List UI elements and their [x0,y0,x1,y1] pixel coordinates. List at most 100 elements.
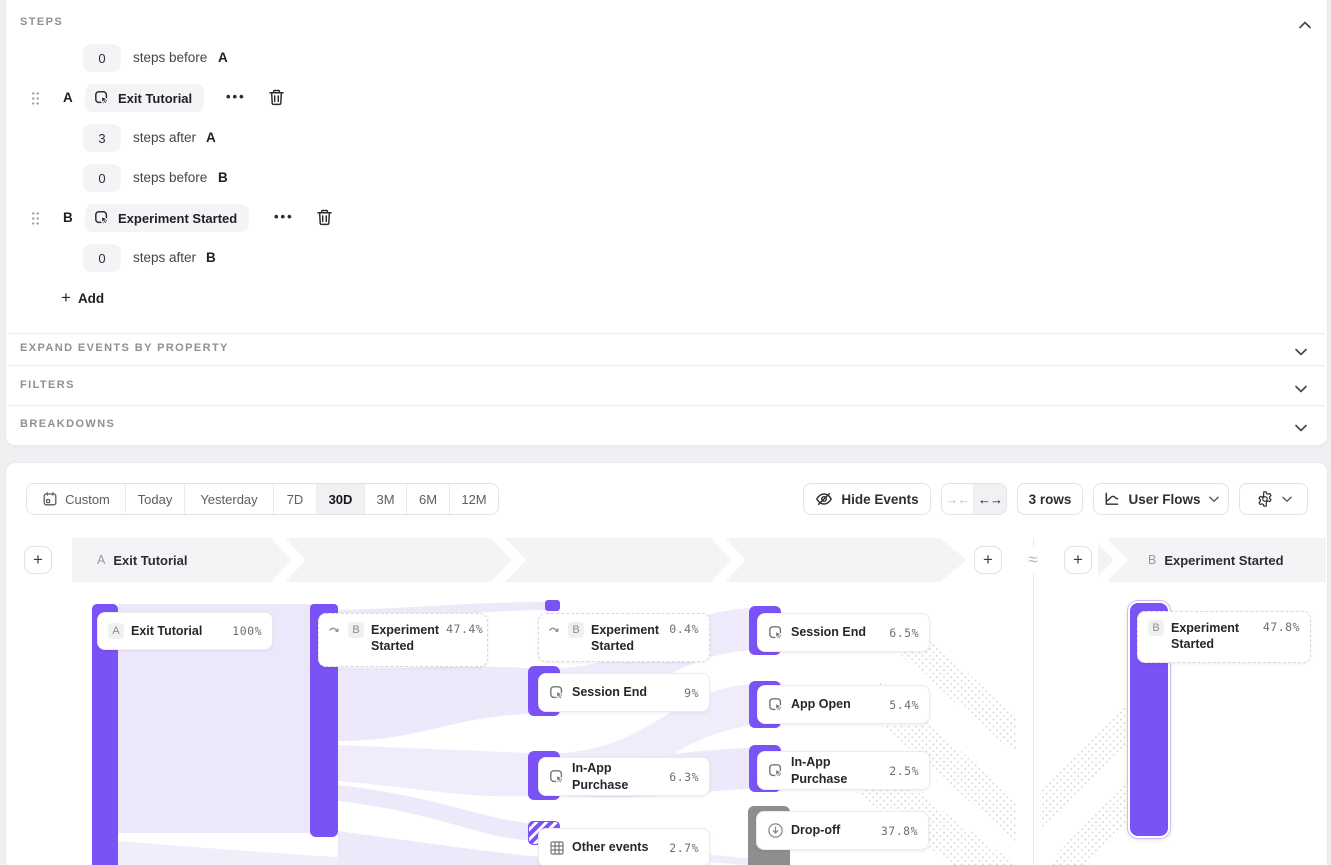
date-range-yesterday[interactable]: Yesterday [185,484,274,514]
chevron-down-icon [1209,496,1219,503]
add-column-right-button[interactable]: + [1064,546,1092,574]
collapse-columns-button[interactable]: →← [942,484,974,514]
flow-node-other-events[interactable]: Other events 2.7% [538,828,710,865]
add-step-label: Add [78,291,104,306]
steps-before-b-label: steps before [133,170,207,185]
rows-button[interactable]: 3 rows [1017,483,1083,515]
flow-node-drop-off[interactable]: Drop-off 37.8% [756,811,929,850]
steps-before-b-letter: B [218,170,228,185]
flow-node-app-open[interactable]: App Open 5.4% [757,685,930,724]
date-range-3m[interactable]: 3M [365,484,407,514]
flow-node-experiment-started-04[interactable]: B Experiment Started 0.4% [538,613,710,662]
filters-section[interactable]: FILTERS [6,366,1325,405]
drag-handle-icon[interactable] [31,211,40,226]
event-icon [94,90,110,106]
date-range-custom-label: Custom [65,492,110,507]
trash-icon [267,88,286,112]
event-icon [549,769,565,785]
banner-a-label: Exit Tutorial [113,553,187,568]
chevron-down-icon [1295,343,1307,361]
filters-label: FILTERS [20,379,75,391]
banner-chevron-separator [270,538,310,582]
event-icon [768,697,784,713]
flow-node-exit-tutorial[interactable]: A Exit Tutorial 100% [97,612,273,650]
flow-node-session-end-9[interactable]: Session End 9% [538,673,710,712]
step-b-event-label: Experiment Started [118,211,237,226]
flow-node-in-app-purchase-25[interactable]: In-App Purchase 2.5% [757,751,930,790]
flow-node-percent: 47.4% [446,622,483,636]
steps-after-b-count[interactable]: 0 [83,244,121,272]
flow-node-session-end-65[interactable]: Session End 6.5% [757,613,930,652]
step-b-more-button[interactable]: ••• [274,209,294,224]
step-a-delete-button[interactable] [267,88,286,112]
steps-after-b-label: steps after [133,250,196,265]
drag-handle-icon[interactable] [31,91,40,106]
banner-a-letter: A [97,553,105,567]
approx-symbol: ≈ [1022,546,1044,574]
steps-section-title: STEPS [20,16,63,28]
step-b-event-button[interactable]: Experiment Started [85,204,249,232]
flow-node-experiment-started-47[interactable]: B Experiment Started 47.4% [318,613,488,667]
steps-after-a-label: steps after [133,130,196,145]
flow-bar-experiment-started-04[interactable] [545,600,560,611]
add-column-left-button[interactable]: + [24,546,52,574]
flow-node-label: Experiment Started [591,622,662,655]
view-selector-button[interactable]: User Flows [1093,483,1229,515]
breakdowns-section[interactable]: BREAKDOWNS [6,406,1325,444]
flow-node-experiment-started-goal[interactable]: B Experiment Started 47.8% [1137,611,1311,663]
tilde-arrow-icon [329,624,341,635]
drop-off-icon [767,822,784,839]
flow-node-percent: 0.4% [669,622,699,636]
steps-before-b-count[interactable]: 0 [83,164,121,192]
flow-node-in-app-purchase-63[interactable]: In-App Purchase 6.3% [538,757,710,796]
chevron-down-icon [1295,380,1307,398]
tilde-arrow-icon [549,624,561,635]
flow-node-percent: 2.7% [669,841,699,855]
step-a-event-label: Exit Tutorial [118,91,192,106]
banner-chevron-separator [710,538,750,582]
hide-events-button[interactable]: Hide Events [803,483,931,515]
chart-toolbar: Hide Events →← ←→ 3 rows User Flows [803,483,1308,515]
expand-columns-button[interactable]: ←→ [974,484,1006,514]
date-range-custom[interactable]: Custom [27,484,126,514]
step-b-row: B Experiment Started ••• [0,204,700,232]
step-a-more-button[interactable]: ••• [226,89,246,104]
step-a-row: A Exit Tutorial ••• [0,84,700,112]
calendar-icon [42,491,58,507]
column-break-line [1033,538,1034,865]
hide-events-label: Hide Events [841,492,918,507]
event-icon [549,685,565,701]
chevron-up-icon [1299,16,1311,34]
flow-node-label: Experiment Started [371,622,439,655]
date-range-7d[interactable]: 7D [274,484,317,514]
step-a-event-button[interactable]: Exit Tutorial [85,84,204,112]
expand-events-label: EXPAND EVENTS BY PROPERTY [20,342,229,354]
grid-icon [549,840,565,856]
settings-button[interactable] [1239,483,1308,515]
flow-node-percent: 37.8% [881,824,918,838]
trash-icon [315,208,334,232]
steps-collapse-button[interactable] [1299,16,1311,34]
flow-node-label: In-App Purchase [791,754,882,787]
date-range-today[interactable]: Today [126,484,185,514]
flow-node-label: In-App Purchase [572,760,662,793]
column-width-control: →← ←→ [941,483,1007,515]
date-range-30d[interactable]: 30D [317,484,365,514]
flow-node-label: App Open [791,696,851,712]
event-icon [768,763,784,779]
date-range-6m[interactable]: 6M [407,484,450,514]
step-b-delete-button[interactable] [315,208,334,232]
add-column-middle-button[interactable]: + [974,546,1002,574]
rows-label: 3 rows [1029,492,1072,507]
add-step-button[interactable]: + Add [61,288,104,308]
steps-before-a-letter: A [218,50,228,65]
eye-off-icon [815,490,833,508]
steps-after-a-count[interactable]: 3 [83,124,121,152]
date-range-12m[interactable]: 12M [450,484,498,514]
steps-before-a-count[interactable]: 0 [83,44,121,72]
steps-after-a-row: 3 steps after A [0,124,700,152]
flow-node-label: Other events [572,839,648,855]
expand-events-section[interactable]: EXPAND EVENTS BY PROPERTY [6,334,1325,365]
chevron-down-icon [1295,419,1307,437]
view-selector-label: User Flows [1128,492,1200,507]
